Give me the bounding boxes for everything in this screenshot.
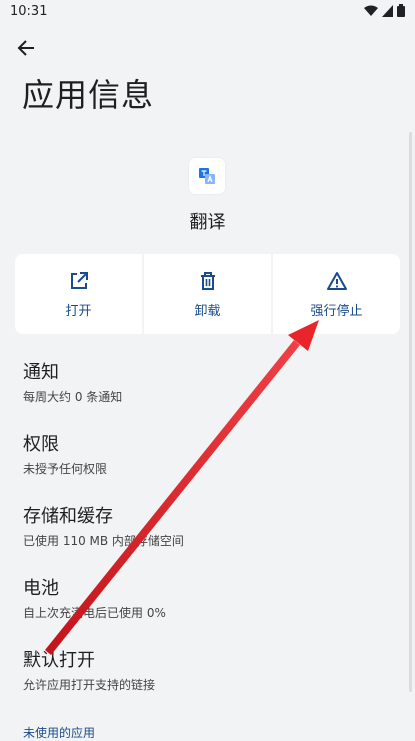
status-icons bbox=[364, 4, 405, 17]
unused-apps-section-header: 未使用的应用 bbox=[23, 726, 96, 740]
settings-item-title: 电池 bbox=[23, 578, 59, 599]
uninstall-label: 卸载 bbox=[194, 303, 221, 319]
status-bar: 10:31 bbox=[0, 0, 415, 24]
settings-item-subtitle: 自上次充满电后已使用 0% bbox=[23, 606, 166, 620]
back-button[interactable] bbox=[12, 34, 40, 62]
page-title: 应用信息 bbox=[22, 76, 155, 114]
warning-icon bbox=[326, 271, 347, 290]
translate-icon bbox=[199, 168, 215, 184]
open-label: 打开 bbox=[65, 303, 92, 319]
uninstall-button[interactable]: 卸载 bbox=[144, 254, 271, 334]
settings-item-title: 存储和缓存 bbox=[23, 506, 113, 527]
app-icon bbox=[189, 158, 225, 194]
force-stop-button[interactable]: 强行停止 bbox=[273, 254, 400, 334]
settings-item-subtitle: 未授予任何权限 bbox=[23, 462, 108, 476]
settings-item-subtitle: 已使用 110 MB 内部存储空间 bbox=[23, 534, 184, 548]
trash-icon bbox=[200, 271, 215, 290]
settings-item-subtitle: 允许应用打开支持的链接 bbox=[23, 678, 156, 692]
action-bar: 打开 卸载 强行停止 bbox=[15, 254, 400, 334]
settings-item-open-by-default[interactable]: 默认打开 允许应用打开支持的链接 bbox=[23, 646, 155, 693]
settings-item-title: 权限 bbox=[23, 434, 59, 455]
status-time: 10:31 bbox=[10, 4, 48, 19]
battery-icon bbox=[397, 4, 405, 17]
settings-item-title: 默认打开 bbox=[23, 650, 95, 671]
settings-item-permissions[interactable]: 权限 未授予任何权限 bbox=[23, 430, 107, 477]
force-stop-label: 强行停止 bbox=[310, 303, 363, 319]
settings-item-subtitle: 每周大约 0 条通知 bbox=[23, 390, 123, 404]
settings-item-battery[interactable]: 电池 自上次充满电后已使用 0% bbox=[23, 574, 166, 621]
signal-icon bbox=[382, 4, 393, 17]
app-name: 翻译 bbox=[189, 212, 226, 233]
settings-item-storage[interactable]: 存储和缓存 已使用 110 MB 内部存储空间 bbox=[23, 502, 184, 549]
settings-item-title: 通知 bbox=[23, 362, 59, 383]
open-button[interactable]: 打开 bbox=[15, 254, 142, 334]
wifi-icon bbox=[364, 5, 378, 16]
back-arrow-icon bbox=[17, 40, 34, 56]
settings-item-notifications[interactable]: 通知 每周大约 0 条通知 bbox=[23, 358, 122, 405]
open-external-icon bbox=[70, 271, 88, 289]
